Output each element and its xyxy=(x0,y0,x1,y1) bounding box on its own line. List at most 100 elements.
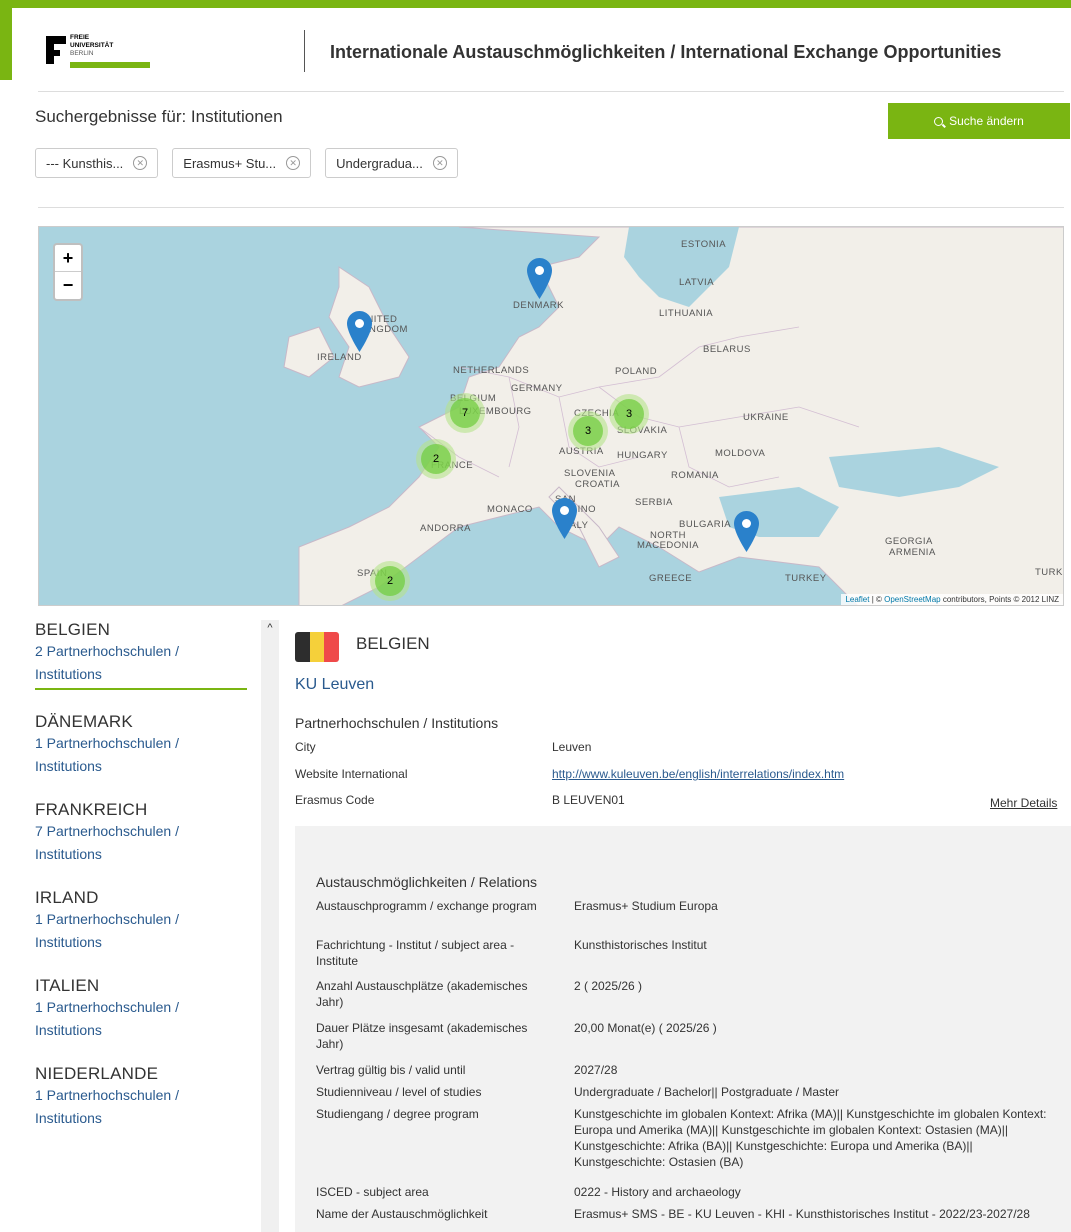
map-label: NORTH MACEDONIA xyxy=(636,530,700,551)
filter-chip-program[interactable]: Erasmus+ Stu... ✕ xyxy=(172,148,312,178)
scrollbar[interactable]: ^ xyxy=(261,620,279,1232)
filter-chip-label: Undergradua... xyxy=(336,155,423,171)
logo-line-3: BERLIN xyxy=(70,50,94,57)
field-value: Leuven xyxy=(552,740,592,754)
map-label: LITHUANIA xyxy=(659,308,714,319)
country-item-irland[interactable]: IRLAND 1 Partnerhochschulen / Institutio… xyxy=(35,888,247,954)
close-icon[interactable]: ✕ xyxy=(133,156,148,170)
map-label: ESTONIA xyxy=(681,239,727,250)
divider xyxy=(38,207,1064,208)
map-label: NETHERLANDS xyxy=(453,365,530,376)
country-name: ITALIEN xyxy=(35,976,100,995)
map-label: GEORGIA xyxy=(885,536,933,547)
field-key: Website International xyxy=(295,767,408,781)
map-label: GREECE xyxy=(649,573,693,584)
change-search-button[interactable]: Suche ändern xyxy=(888,103,1070,139)
relation-value: 0222 - History and archaeology xyxy=(574,1185,741,1199)
filter-chip-label: Erasmus+ Stu... xyxy=(183,155,277,171)
filter-chips: --- Kunsthis... ✕ Erasmus+ Stu... ✕ Unde… xyxy=(35,148,458,178)
field-key: Erasmus Code xyxy=(295,793,375,807)
relation-value: 2 ( 2025/26 ) xyxy=(574,979,643,993)
flag-stripe xyxy=(295,632,310,662)
country-name: DÄNEMARK xyxy=(35,712,133,731)
search-icon xyxy=(934,116,944,126)
country-item-daenemark[interactable]: DÄNEMARK 1 Partnerhochschulen / Institut… xyxy=(35,712,247,778)
leaflet-link[interactable]: Leaflet xyxy=(845,595,869,604)
map-label: MOLDOVA xyxy=(715,448,766,459)
map-cluster-marker[interactable]: 3 xyxy=(568,411,608,451)
relation-value: 2027/28 xyxy=(574,1063,618,1077)
logo-green-bar xyxy=(70,62,150,68)
filter-chip-level[interactable]: Undergradua... ✕ xyxy=(325,148,458,178)
relation-value: Kunsthistorisches Institut xyxy=(574,938,707,952)
map-label: GERMANY xyxy=(511,383,563,394)
map-pin-icon[interactable] xyxy=(527,258,552,299)
relation-value: Erasmus+ SMS - BE - KU Leuven - KHI - Ku… xyxy=(574,1207,1030,1221)
attribution-text: contributors, Points © 2012 LINZ xyxy=(942,595,1059,604)
filter-chip-subject[interactable]: --- Kunsthis... ✕ xyxy=(35,148,159,178)
relation-value: Undergraduate / Bachelor|| Postgraduate … xyxy=(574,1085,840,1099)
relation-key: Studiengang / degree program xyxy=(316,1107,479,1121)
map-pin-icon[interactable] xyxy=(552,498,577,539)
cluster-count: 7 xyxy=(450,398,480,428)
country-item-niederlande[interactable]: NIEDERLANDE 1 Partnerhochschulen / Insti… xyxy=(35,1064,247,1130)
close-icon[interactable]: ✕ xyxy=(286,156,301,170)
map-label: ROMANIA xyxy=(671,470,719,481)
more-details-link[interactable]: Mehr Details xyxy=(990,796,1057,810)
map-cluster-marker[interactable]: 7 xyxy=(445,393,485,433)
relation-value: Kunstgeschichte im globalen Kontext: Afr… xyxy=(574,1107,1047,1169)
country-name: NIEDERLANDE xyxy=(35,1064,159,1083)
country-count: 1 Partnerhochschulen / Institutions xyxy=(35,735,179,774)
map-label: MONACO xyxy=(487,504,533,515)
map-label: DENMARK xyxy=(513,300,565,311)
map-label: UKRAINE xyxy=(743,412,789,423)
map-label: ARMENIA xyxy=(889,547,936,558)
country-count: 1 Partnerhochschulen / Institutions xyxy=(35,1087,179,1126)
flag-stripe xyxy=(309,632,325,662)
logo-line-2: UNIVERSITÄT xyxy=(70,42,114,49)
relations-panel: Austauschmöglichkeiten / Relations Austa… xyxy=(295,826,1071,1232)
country-name: IRLAND xyxy=(35,888,99,907)
map-pin-icon[interactable] xyxy=(347,311,372,352)
relation-key: Dauer Plätze insgesamt (akademisches Jah… xyxy=(316,1021,528,1051)
institution-name[interactable]: KU Leuven xyxy=(295,676,374,694)
field-value: B LEUVEN01 xyxy=(552,793,625,807)
country-item-frankreich[interactable]: FRANKREICH 7 Partnerhochschulen / Instit… xyxy=(35,800,247,866)
zoom-out-button[interactable]: − xyxy=(55,272,81,299)
change-search-label: Suche ändern xyxy=(949,114,1024,128)
logo-mark-mid xyxy=(46,50,60,56)
map-label: CROATIA xyxy=(575,479,621,490)
close-icon[interactable]: ✕ xyxy=(432,156,447,170)
section-title: Partnerhochschulen / Institutions xyxy=(295,715,499,731)
fu-berlin-logo[interactable]: FREIE UNIVERSITÄT BERLIN xyxy=(46,32,156,72)
partner-map[interactable]: + − ESTONIA LATVIA DENMARK LITHUANIA UNI… xyxy=(38,226,1064,606)
logo-line-1: FREIE xyxy=(70,34,90,41)
flag-stripe xyxy=(324,632,339,662)
country-count: 1 Partnerhochschulen / Institutions xyxy=(35,911,179,950)
belgium-flag-icon xyxy=(295,632,339,662)
relations-title: Austauschmöglichkeiten / Relations xyxy=(316,874,538,890)
chevron-up-icon[interactable]: ^ xyxy=(264,622,276,634)
map-cluster-marker[interactable]: 3 xyxy=(609,394,649,434)
map-cluster-marker[interactable]: 2 xyxy=(370,561,410,601)
map-label: LATVIA xyxy=(679,277,715,288)
page-header: FREIE UNIVERSITÄT BERLIN Internationale … xyxy=(38,22,1064,92)
cluster-count: 3 xyxy=(614,399,644,429)
relation-value: 20,00 Monat(e) ( 2025/26 ) xyxy=(574,1021,717,1035)
osm-link[interactable]: OpenStreetMap xyxy=(884,595,940,604)
map-label: TURKEY xyxy=(785,573,827,584)
country-item-italien[interactable]: ITALIEN 1 Partnerhochschulen / Instituti… xyxy=(35,976,247,1042)
results-title: Suchergebnisse für: Institutionen xyxy=(35,107,283,126)
left-accent-bar xyxy=(0,0,12,80)
relation-key: Anzahl Austauschplätze (akademisches Jah… xyxy=(316,979,528,1009)
map-cluster-marker[interactable]: 2 xyxy=(416,439,456,479)
map-label: SLOVENIA xyxy=(564,468,616,479)
website-link[interactable]: http://www.kuleuven.be/english/interrela… xyxy=(552,767,844,781)
top-accent-bar xyxy=(0,0,1071,8)
relation-key: ISCED - subject area xyxy=(316,1185,429,1199)
logo-text: FREIE UNIVERSITÄT BERLIN xyxy=(70,34,113,58)
map-pin-icon[interactable] xyxy=(734,511,759,552)
header-divider xyxy=(304,30,305,72)
country-item-belgien[interactable]: BELGIEN 2 Partnerhochschulen / Instituti… xyxy=(35,620,247,690)
zoom-in-button[interactable]: + xyxy=(55,245,81,272)
